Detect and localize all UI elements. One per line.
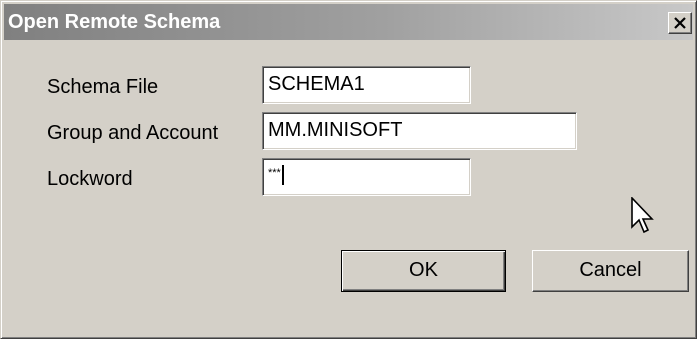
text-caret (281, 165, 284, 185)
mouse-pointer-icon (631, 197, 654, 234)
window-title: Open Remote Schema (8, 11, 221, 33)
ok-button[interactable]: OK (341, 250, 506, 292)
lockword-label: Lockword (47, 168, 133, 190)
group-account-field[interactable]: MM.MINISOFT (262, 112, 577, 150)
title-bar[interactable]: Open Remote Schema (4, 4, 693, 40)
schema-file-value: SCHEMA1 (268, 73, 365, 95)
lockword-field[interactable]: *** (262, 158, 471, 196)
cancel-button[interactable]: Cancel (532, 250, 689, 292)
group-account-label: Group and Account (47, 122, 219, 144)
group-account-value: MM.MINISOFT (268, 119, 403, 141)
open-remote-schema-dialog: Open Remote Schema Schema File SCHEMA1 G… (0, 0, 697, 339)
schema-file-field[interactable]: SCHEMA1 (262, 66, 471, 104)
close-icon (674, 17, 686, 29)
schema-file-label: Schema File (47, 76, 159, 98)
lockword-value: *** (268, 167, 281, 179)
close-button[interactable] (668, 12, 692, 34)
